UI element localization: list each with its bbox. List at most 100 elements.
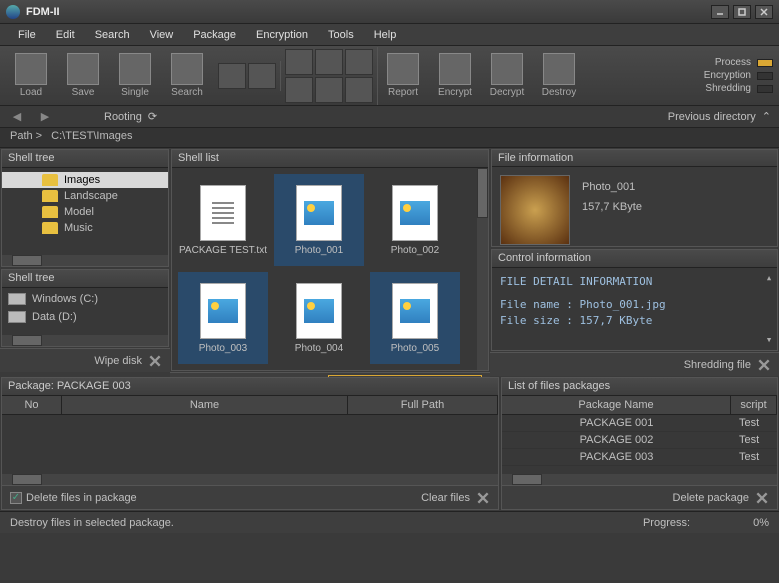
file-thumb[interactable]: PACKAGE TEST.txt — [178, 174, 268, 266]
rooting-label: Rooting — [104, 111, 142, 123]
col-name[interactable]: Name — [62, 396, 348, 414]
shredding-file-button[interactable]: Shredding file — [684, 358, 771, 372]
progress-value: 0% — [753, 517, 769, 529]
shredding-label: Shredding file — [684, 359, 751, 371]
table-row[interactable]: PACKAGE 002Test — [502, 432, 777, 449]
col-desc[interactable]: script — [731, 396, 777, 414]
encrypt-icon — [439, 53, 471, 85]
scroll-down-button[interactable]: ▾ — [763, 334, 775, 346]
col-fullpath[interactable]: Full Path — [348, 396, 498, 414]
back-button[interactable]: ◀ — [8, 108, 26, 126]
tool-grid-5[interactable] — [315, 77, 343, 103]
package-header: Package: PACKAGE 003 — [2, 378, 498, 396]
window-title: FDM-II — [26, 6, 711, 18]
drive-tree-panel: Shell tree Windows (C:)Data (D:) — [1, 269, 169, 347]
single-icon — [119, 53, 151, 85]
status-process: Process — [704, 57, 773, 68]
col-pkgname[interactable]: Package Name — [502, 396, 731, 414]
image-icon — [304, 201, 334, 225]
decrypt-icon — [491, 53, 523, 85]
decrypt-button[interactable]: Decrypt — [482, 48, 532, 104]
rooting-button[interactable]: Rooting ⟳ — [104, 110, 157, 123]
pkg-hscroll[interactable] — [2, 474, 498, 485]
single-button[interactable]: Single — [110, 48, 160, 104]
tool-grid-6[interactable] — [345, 77, 373, 103]
progress-label: Progress: — [643, 517, 690, 529]
search-icon — [171, 53, 203, 85]
previous-dir-button[interactable]: Previous directory ⌃ — [668, 110, 771, 123]
delete-files-checkbox[interactable] — [10, 492, 22, 504]
thumb-image — [392, 283, 438, 339]
status-message: Destroy files in selected package. — [10, 517, 174, 529]
menu-tools[interactable]: Tools — [318, 26, 364, 44]
wipe-disk-label: Wipe disk — [94, 355, 142, 367]
col-no[interactable]: No — [2, 396, 62, 414]
pkglist-hscroll[interactable] — [502, 474, 777, 485]
scroll-up-button[interactable]: ▴ — [763, 272, 775, 284]
pathbar: Path > C:\TEST\Images — [0, 128, 779, 148]
destroy-button[interactable]: Destroy — [534, 48, 584, 104]
file-thumb[interactable]: Photo_004 — [274, 272, 364, 364]
file-thumb[interactable]: Photo_002 — [370, 174, 460, 266]
search-button[interactable]: Search — [162, 48, 212, 104]
file-thumb[interactable]: Photo_001 — [274, 174, 364, 266]
shell-list-panel: Shell list PACKAGE TEST.txtPhoto_001Phot… — [171, 149, 489, 371]
led-icon — [757, 59, 773, 67]
image-icon — [208, 299, 238, 323]
load-icon — [15, 53, 47, 85]
delete-package-button[interactable]: Delete package — [673, 491, 769, 505]
status-shredding: Shredding — [704, 83, 773, 94]
delete-package-label: Delete package — [673, 492, 749, 504]
table-row[interactable]: PACKAGE 001Test — [502, 415, 777, 432]
tool-grid-1[interactable] — [285, 49, 313, 75]
shell-list-scrollbar[interactable] — [477, 168, 488, 370]
report-button[interactable]: Report — [378, 48, 428, 104]
folder-icon — [42, 174, 58, 186]
pkglist-header: List of files packages — [502, 378, 777, 396]
menubar: FileEditSearchViewPackageEncryptionTools… — [0, 24, 779, 46]
minimize-button[interactable] — [711, 5, 729, 19]
clear-files-label: Clear files — [421, 492, 470, 504]
drive-item[interactable]: Windows (C:) — [2, 290, 168, 308]
menu-encryption[interactable]: Encryption — [246, 26, 318, 44]
maximize-button[interactable] — [733, 5, 751, 19]
tool-grid-2[interactable] — [315, 49, 343, 75]
menu-help[interactable]: Help — [364, 26, 407, 44]
file-thumb[interactable]: Photo_005 — [370, 272, 460, 364]
tree-item[interactable]: Landscape — [2, 188, 168, 204]
thumb-image — [200, 283, 246, 339]
path-value: C:\TEST\Images — [51, 130, 132, 142]
drive-hscroll[interactable] — [2, 335, 168, 346]
forward-button[interactable]: ▶ — [36, 108, 54, 126]
x-icon — [148, 354, 162, 368]
tree-item[interactable]: Model — [2, 204, 168, 220]
tool-small-2[interactable] — [248, 63, 276, 89]
tool-small-1[interactable] — [218, 63, 246, 89]
drive-item[interactable]: Data (D:) — [2, 308, 168, 326]
file-preview — [500, 175, 570, 245]
delete-files-label: Delete files in package — [26, 492, 137, 504]
menu-package[interactable]: Package — [183, 26, 246, 44]
close-button[interactable] — [755, 5, 773, 19]
file-thumb[interactable]: Photo_003 — [178, 272, 268, 364]
tree-hscroll[interactable] — [2, 255, 168, 266]
wipe-disk-button[interactable]: Wipe disk — [94, 354, 162, 368]
menu-view[interactable]: View — [140, 26, 184, 44]
clear-files-button[interactable]: Clear files — [421, 491, 490, 505]
menu-file[interactable]: File — [8, 26, 46, 44]
tool-grid-3[interactable] — [345, 49, 373, 75]
thumb-image — [200, 185, 246, 241]
menu-search[interactable]: Search — [85, 26, 140, 44]
save-button[interactable]: Save — [58, 48, 108, 104]
menu-edit[interactable]: Edit — [46, 26, 85, 44]
tree-item[interactable]: Music — [2, 220, 168, 236]
package-list-panel: List of files packages Package Name scri… — [501, 377, 778, 510]
tree-item[interactable]: Images — [2, 172, 168, 188]
report-icon — [387, 53, 419, 85]
ctrl-title: FILE DETAIL INFORMATION — [500, 274, 769, 291]
tool-grid-4[interactable] — [285, 77, 313, 103]
encrypt-button[interactable]: Encrypt — [430, 48, 480, 104]
drive-icon — [8, 311, 26, 323]
table-row[interactable]: PACKAGE 003Test — [502, 449, 777, 466]
load-button[interactable]: Load — [6, 48, 56, 104]
